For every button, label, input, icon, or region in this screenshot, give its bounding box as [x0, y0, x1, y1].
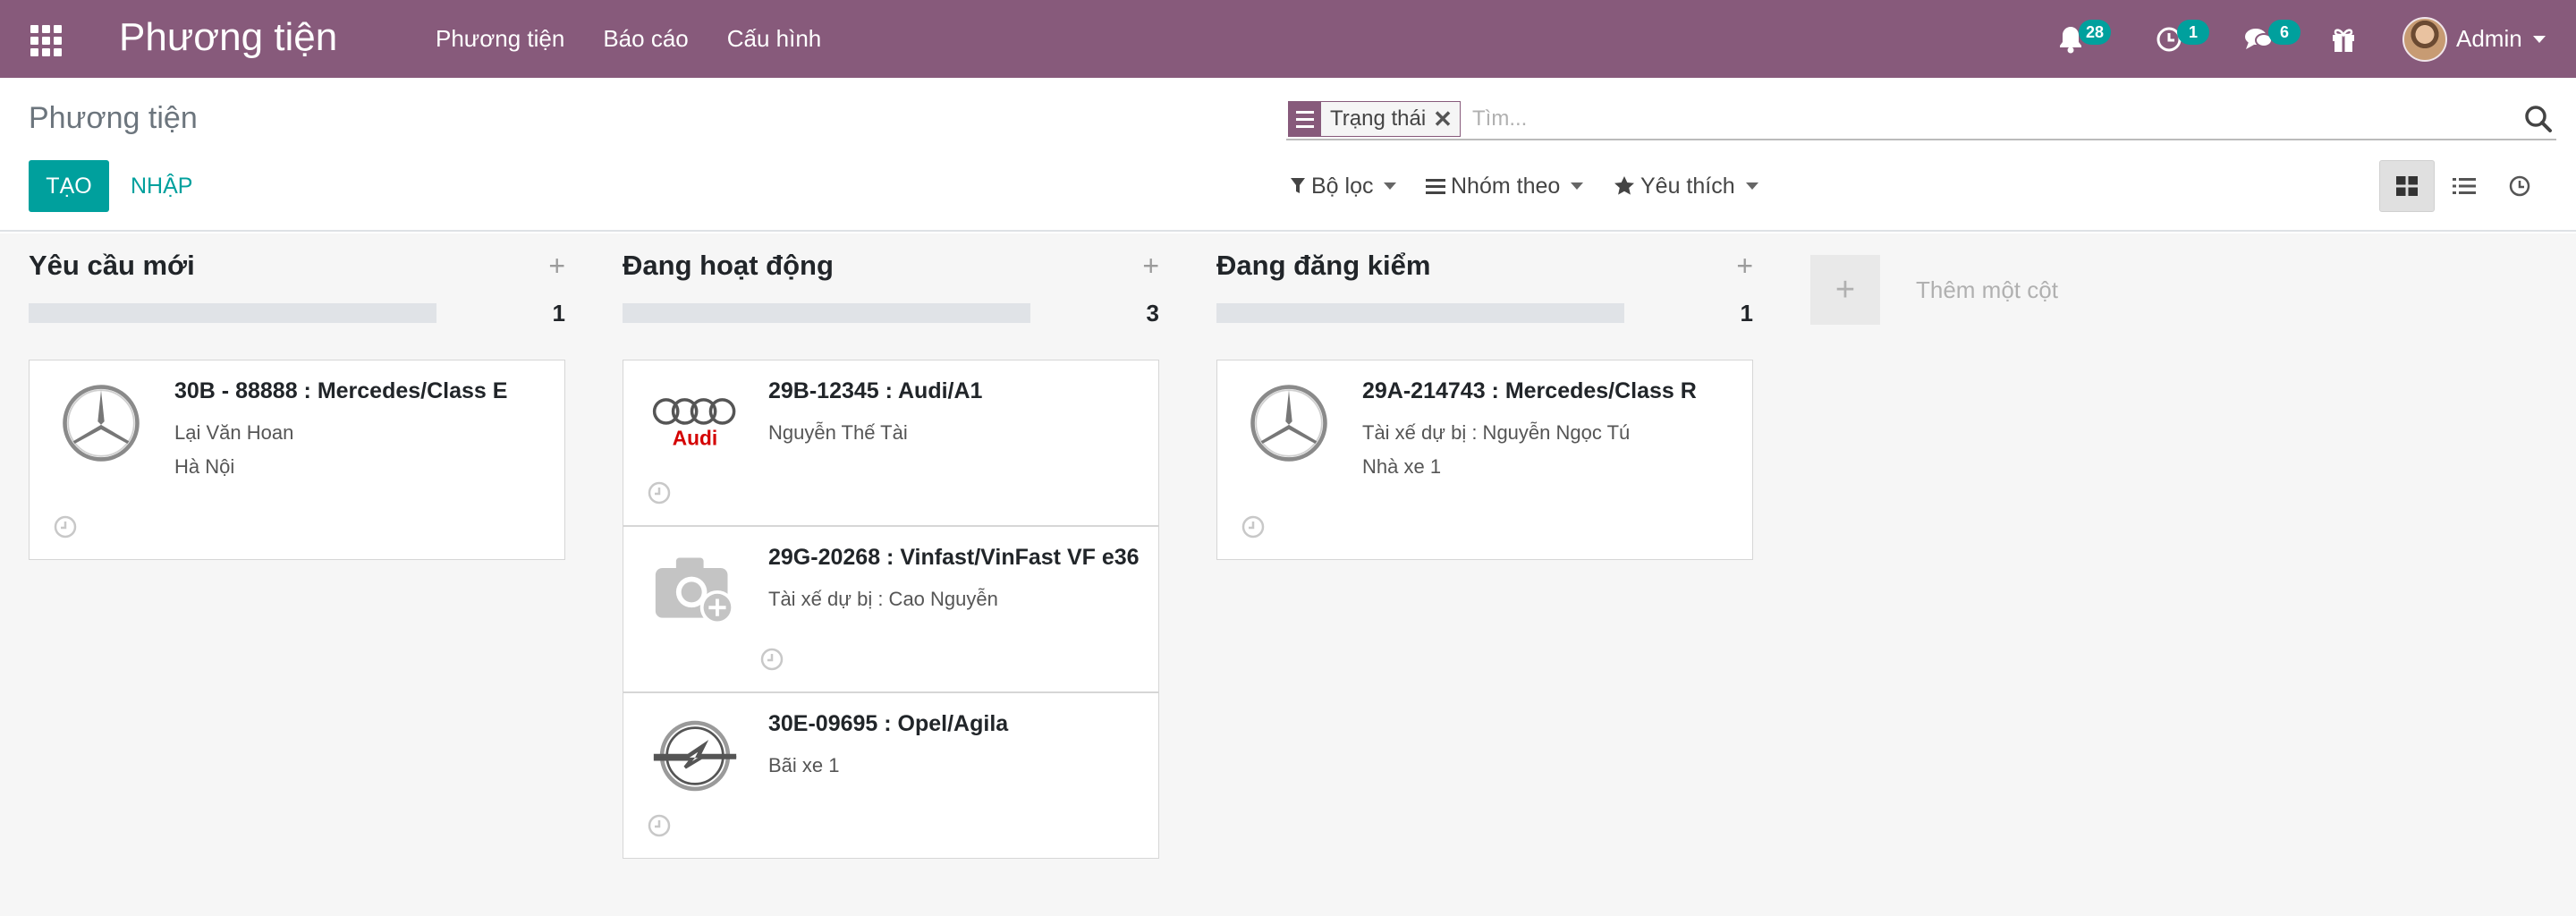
search-facet[interactable]: Trạng thái ✕	[1288, 101, 1461, 137]
filters-label: Bộ lọc	[1311, 173, 1374, 199]
star-icon	[1614, 176, 1634, 195]
activities-button[interactable]: 1	[2156, 0, 2209, 78]
card-title: 30E-09695 : Opel/Agila	[768, 711, 1009, 736]
notifications-button[interactable]: 28	[2057, 0, 2112, 78]
favorites-label: Yêu thích	[1640, 173, 1735, 199]
column-title: Đang đăng kiểm	[1216, 250, 1431, 281]
search-facet-label: Trạng thái	[1330, 106, 1427, 131]
page-title: Phương tiện	[29, 101, 198, 135]
kanban-view-icon	[2396, 176, 2418, 196]
list-view-button[interactable]	[2436, 160, 2492, 212]
messages-badge: 6	[2268, 19, 2301, 45]
card-title: 29A-214743 : Mercedes/Class R	[1362, 378, 1697, 403]
search-bar: Trạng thái ✕	[1286, 98, 2556, 140]
top-navbar: Phương tiện Phương tiện Báo cáo Cấu hình…	[0, 0, 2576, 78]
opel-logo-icon	[652, 713, 738, 799]
menu-item-configuration[interactable]: Cấu hình	[727, 0, 822, 78]
import-button[interactable]: NHẬP	[131, 160, 192, 212]
column-title: Đang hoạt động	[623, 250, 834, 281]
mercedes-logo-icon	[1246, 380, 1332, 466]
column-title: Yêu cầu mới	[29, 250, 195, 281]
kanban-card[interactable]: 30B - 88888 : Mercedes/Class E Lại Văn H…	[29, 360, 565, 560]
chevron-down-icon	[1745, 182, 1758, 190]
audi-wordmark: Audi	[673, 426, 717, 449]
audi-logo-icon: Audi	[652, 380, 738, 466]
activity-clock-icon[interactable]	[53, 514, 78, 539]
activity-clock-icon[interactable]	[1241, 514, 1266, 539]
card-title: 29B-12345 : Audi/A1	[768, 378, 983, 403]
card-location: Bãi xe 1	[768, 754, 840, 776]
notifications-badge: 28	[2079, 19, 2112, 45]
list-icon	[1426, 179, 1445, 194]
column-count: 3	[1146, 300, 1159, 327]
column-count: 1	[552, 300, 565, 327]
camera-placeholder-icon	[652, 547, 738, 632]
activities-badge: 1	[2177, 19, 2209, 45]
column-progress-bar[interactable]	[29, 303, 436, 323]
mercedes-logo-icon	[58, 380, 144, 466]
chevron-down-icon	[1571, 182, 1584, 190]
user-name: Admin	[2456, 25, 2522, 52]
quick-create-icon[interactable]: +	[548, 251, 565, 280]
kanban-card[interactable]: 29A-214743 : Mercedes/Class R Tài xế dự …	[1216, 360, 1753, 560]
kanban-card[interactable]: 29G-20268 : Vinfast/VinFast VF e36 Tài x…	[623, 526, 1159, 692]
filters-dropdown[interactable]: Bộ lọc	[1290, 162, 1397, 210]
filter-icon	[1291, 178, 1305, 193]
gift-button[interactable]	[2331, 0, 2356, 78]
card-driver: Tài xế dự bị : Cao Nguyễn	[768, 588, 998, 610]
kanban-board: Yêu cầu mới + 1 30B - 88888 : Mercedes/C…	[0, 233, 2576, 916]
gift-icon	[2333, 28, 2354, 52]
quick-create-icon[interactable]: +	[1736, 251, 1753, 280]
group-by-icon	[1289, 102, 1321, 136]
activity-view-button[interactable]	[2492, 160, 2547, 212]
kanban-view-button[interactable]	[2379, 160, 2435, 212]
groupby-dropdown[interactable]: Nhóm theo	[1426, 162, 1584, 210]
card-title: 29G-20268 : Vinfast/VinFast VF e36	[768, 545, 1140, 570]
plus-icon: +	[1810, 255, 1880, 325]
clock-icon	[2509, 175, 2530, 197]
search-input[interactable]	[1472, 101, 2456, 137]
card-driver: Nguyễn Thế Tài	[768, 421, 908, 444]
card-driver: Tài xế dự bị : Nguyễn Ngọc Tú	[1362, 421, 1631, 444]
column-count: 1	[1740, 300, 1753, 327]
chevron-down-icon	[1384, 182, 1397, 190]
apps-menu-icon[interactable]	[27, 21, 63, 57]
add-column-button[interactable]: + Thêm một cột	[1810, 255, 2058, 325]
menu-item-vehicles[interactable]: Phương tiện	[436, 0, 564, 78]
close-icon[interactable]: ✕	[1433, 106, 1460, 133]
menu-item-reports[interactable]: Báo cáo	[603, 0, 688, 78]
kanban-card[interactable]: Audi 29B-12345 : Audi/A1 Nguyễn Thế Tài	[623, 360, 1159, 526]
user-menu[interactable]: Admin	[2402, 0, 2546, 78]
create-button[interactable]: TẠO	[29, 160, 109, 212]
card-location: Hà Nội	[174, 455, 235, 478]
main-menu: Phương tiện Báo cáo Cấu hình	[436, 0, 860, 78]
app-brand[interactable]: Phương tiện	[119, 13, 337, 63]
card-driver: Lại Văn Hoan	[174, 421, 294, 444]
activity-clock-icon[interactable]	[647, 480, 672, 505]
search-icon[interactable]	[2522, 103, 2555, 135]
avatar	[2402, 16, 2447, 62]
messages-button[interactable]: 6	[2243, 0, 2301, 78]
control-panel: Phương tiện TẠO NHẬP Trạng thái ✕ Bộ lọc…	[0, 78, 2576, 232]
card-title: 30B - 88888 : Mercedes/Class E	[174, 378, 508, 403]
list-view-icon	[2453, 178, 2476, 194]
add-column-label: Thêm một cột	[1916, 276, 2058, 303]
chevron-down-icon	[2532, 35, 2546, 43]
activity-clock-icon[interactable]	[647, 813, 672, 838]
kanban-card[interactable]: 30E-09695 : Opel/Agila Bãi xe 1	[623, 692, 1159, 859]
column-progress-bar[interactable]	[623, 303, 1030, 323]
activity-clock-icon[interactable]	[759, 647, 784, 672]
favorites-dropdown[interactable]: Yêu thích	[1614, 162, 1758, 210]
card-location: Nhà xe 1	[1362, 455, 1442, 478]
quick-create-icon[interactable]: +	[1142, 251, 1159, 280]
groupby-label: Nhóm theo	[1451, 173, 1561, 199]
column-progress-bar[interactable]	[1216, 303, 1624, 323]
